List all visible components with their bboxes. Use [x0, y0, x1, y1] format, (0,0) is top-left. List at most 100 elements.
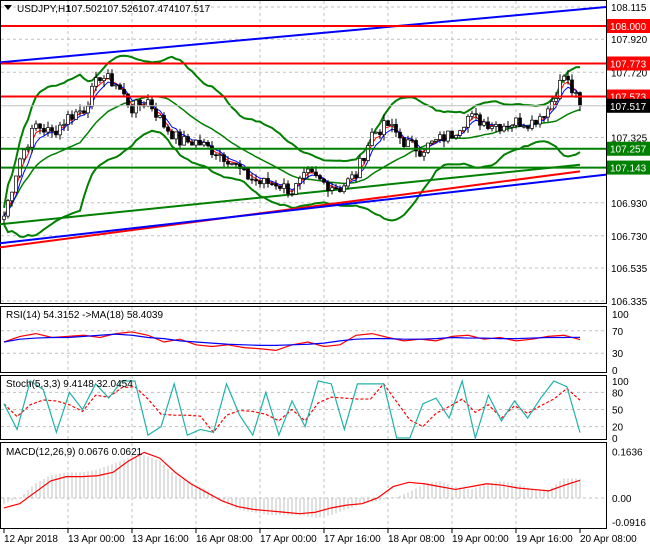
candle-body	[410, 139, 414, 142]
candle-body	[166, 126, 170, 132]
rsi-tick-label: 0	[612, 366, 618, 377]
close-value: 107.517	[174, 4, 211, 15]
candle-body	[434, 139, 438, 142]
candle-body	[14, 175, 18, 193]
candle-body	[266, 178, 270, 184]
candle-body	[522, 125, 526, 128]
candle-body	[562, 75, 566, 81]
candle-body	[198, 139, 202, 146]
high-value: 107.526	[102, 4, 139, 15]
candle-body	[202, 141, 206, 146]
candle-body	[226, 161, 230, 165]
stoch-tick-label: 100	[612, 377, 629, 388]
current-price-label: 107.517	[610, 102, 647, 113]
candle-body	[422, 152, 426, 157]
support-level-label: 107.257	[610, 145, 647, 156]
candle-body	[502, 125, 506, 132]
candle-body	[578, 92, 582, 107]
candle-body	[62, 124, 66, 126]
open-value: 107.502	[66, 4, 103, 15]
trading-chart[interactable]: 12 Apr 2018 13 Apr 00:00 13 Apr 16:00 16 Ap…	[0, 0, 650, 550]
candle-body	[546, 108, 550, 118]
candle-body	[390, 123, 394, 127]
candle-body	[278, 185, 282, 189]
time-label: 13 Apr 16:00	[132, 534, 189, 545]
candle-body	[538, 116, 542, 125]
candle-body	[402, 137, 406, 147]
candle-body	[58, 124, 62, 136]
candle-body	[386, 120, 390, 127]
rsi-tick-label: 70	[612, 327, 624, 338]
candle-body	[102, 78, 106, 81]
candle-body	[490, 126, 494, 129]
candle-body	[534, 119, 538, 125]
candle-body	[6, 200, 10, 217]
time-label: 18 Apr 08:00	[388, 534, 445, 545]
price-tick-label: 106.930	[611, 199, 648, 210]
candle-body	[398, 131, 402, 139]
candle-body	[554, 98, 558, 102]
candle-body	[110, 73, 114, 87]
candle-body	[118, 84, 122, 90]
candle-body	[34, 123, 38, 129]
candle-body	[406, 139, 410, 147]
candle-body	[418, 150, 422, 157]
support-level-label: 107.143	[610, 164, 647, 175]
candle-body	[450, 130, 454, 139]
macd-tick-label: 0.1636	[612, 447, 643, 458]
macd-tick-label: -0.0916	[612, 518, 646, 529]
candle-body	[530, 119, 534, 129]
candle-body	[218, 154, 222, 157]
candle-body	[134, 99, 138, 114]
candle-body	[38, 123, 42, 129]
rsi-title: RSI(14) 54.3152 ->MA(18) 58.4039	[6, 310, 163, 321]
candle-body	[426, 142, 430, 153]
candle-body	[318, 175, 322, 180]
candle-body	[314, 171, 318, 176]
candle-body	[382, 120, 386, 136]
candle-body	[294, 183, 298, 195]
chart-header: USDJPY,H1 107.502 107.526 107.474 107.51…	[4, 4, 211, 15]
candle-body	[222, 154, 226, 162]
macd-title: MACD(12,26,9) 0.0676 0.0621	[6, 447, 143, 458]
candle-body	[494, 124, 498, 127]
candle-body	[286, 183, 290, 195]
candle-body	[466, 116, 470, 128]
candle-body	[138, 99, 142, 106]
candle-body	[302, 172, 306, 179]
candle-body	[94, 77, 98, 87]
candle-body	[182, 136, 186, 146]
low-value: 107.474	[138, 4, 175, 15]
candle-body	[458, 130, 462, 136]
candle-body	[178, 131, 182, 146]
candle-body	[50, 127, 54, 132]
candle-body	[506, 125, 510, 128]
candle-body	[42, 128, 46, 133]
candle-body	[374, 131, 378, 134]
macd-tick-label: 0.00	[612, 494, 632, 505]
time-label: 13 Apr 00:00	[68, 534, 125, 545]
candle-body	[158, 114, 162, 118]
stoch-tick-label: 20	[612, 423, 624, 434]
rsi-tick-label: 100	[612, 310, 629, 321]
candle-body	[454, 135, 458, 139]
candle-body	[330, 187, 334, 191]
candle-body	[106, 73, 110, 79]
candle-body	[66, 114, 70, 125]
time-label: 12 Apr 2018	[4, 534, 58, 545]
time-label: 16 Apr 08:00	[196, 534, 253, 545]
candle-body	[518, 117, 522, 127]
price-tick-label: 106.730	[611, 232, 648, 243]
candle-body	[86, 105, 90, 114]
candle-body	[270, 183, 274, 185]
candle-body	[46, 127, 50, 133]
time-label: 17 Apr 16:00	[324, 534, 381, 545]
candle-body	[550, 101, 554, 110]
candle-body	[186, 136, 190, 143]
candle-body	[430, 140, 434, 144]
time-label: 19 Apr 00:00	[452, 534, 509, 545]
candle-body	[394, 123, 398, 133]
candle-body	[70, 114, 74, 120]
stoch-tick-label: 50	[612, 406, 624, 417]
candle-body	[162, 114, 166, 128]
